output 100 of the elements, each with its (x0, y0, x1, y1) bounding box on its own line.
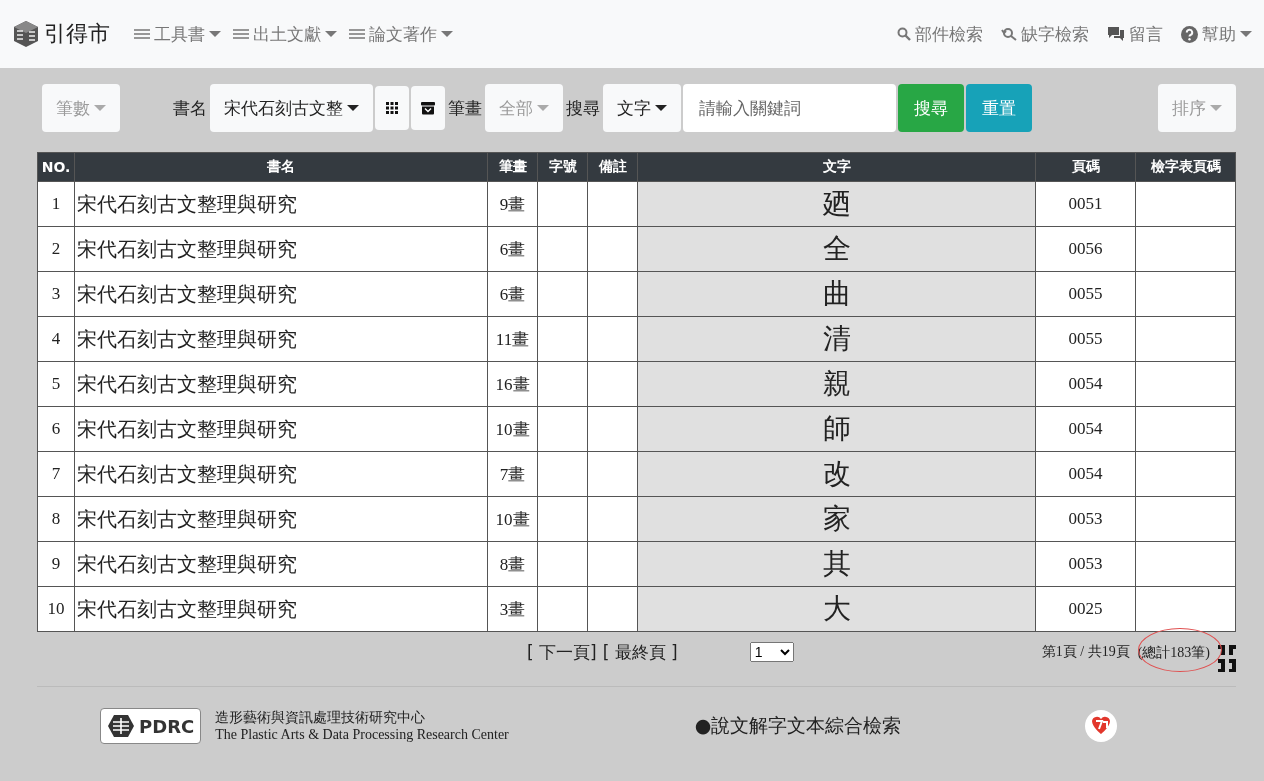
book-title-cell: 宋代石刻古文整理與研究 (74, 361, 488, 407)
strokes-cell: 7畫 (487, 451, 538, 497)
pagination-link[interactable]: [ 下一頁] (527, 640, 597, 664)
grid-button[interactable] (375, 86, 409, 130)
column-header: 備註 (587, 152, 638, 182)
row-number-cell: 6 (37, 406, 75, 452)
book-title-cell: 宋代石刻古文整理與研究 (74, 316, 488, 362)
menu-icon (134, 28, 150, 40)
column-header: 頁碼 (1035, 152, 1136, 182)
strokes-cell: 16畫 (487, 361, 538, 407)
page-cell: 0055 (1035, 316, 1136, 362)
help-icon (1181, 25, 1198, 43)
page-cell: 0054 (1035, 361, 1136, 407)
book-title-cell: 宋代石刻古文整理與研究 (74, 406, 488, 452)
strokes-cell: 8畫 (487, 541, 538, 587)
strokes-cell: 6畫 (487, 271, 538, 317)
page-cell: 0054 (1035, 451, 1136, 497)
page-cell: 0053 (1035, 496, 1136, 542)
column-header: 字號 (537, 152, 588, 182)
qr-code-icon[interactable] (1218, 645, 1236, 673)
strokes-cell: 3畫 (487, 586, 538, 632)
page-cell: 0055 (1035, 271, 1136, 317)
nav-menu[interactable]: 論文著作 (349, 22, 453, 46)
search-button[interactable]: 搜尋 (898, 84, 964, 132)
row-number-cell: 5 (37, 361, 75, 407)
nav-link[interactable]: 幫助 (1181, 22, 1252, 46)
row-number-cell: 8 (37, 496, 75, 542)
reset-button[interactable]: 重置 (966, 84, 1032, 132)
book-label: 書名 (173, 96, 207, 120)
character-cell: 家 (637, 496, 1036, 542)
comments-icon (1107, 26, 1125, 42)
row-number-cell: 1 (37, 181, 75, 227)
page-info: 第1頁 / 共19頁 (1041, 643, 1130, 661)
grid-icon (386, 102, 398, 114)
menu-icon (349, 28, 365, 40)
page-cell: 0056 (1035, 226, 1136, 272)
page-cell: 0051 (1035, 181, 1136, 227)
page-cell: 0053 (1035, 541, 1136, 587)
book-title-cell: 宋代石刻古文整理與研究 (74, 271, 488, 317)
character-cell: 大 (637, 586, 1036, 632)
book-title-cell: 宋代石刻古文整理與研究 (74, 586, 488, 632)
character-cell: 親 (637, 361, 1036, 407)
character-cell: 改 (637, 451, 1036, 497)
book-title-cell: 宋代石刻古文整理與研究 (74, 451, 488, 497)
archive-icon (421, 101, 435, 115)
page-cell: 0054 (1035, 406, 1136, 452)
row-number-cell: 4 (37, 316, 75, 362)
row-number-cell: 3 (37, 271, 75, 317)
row-number-cell: 10 (37, 586, 75, 632)
site-name: ●說文解字文本綜合檢索 (694, 713, 902, 738)
column-header: 書名 (74, 152, 488, 182)
accessibility-badge-icon[interactable] (1084, 709, 1119, 743)
rotate-search-icon (1001, 27, 1017, 41)
book-title-cell: 宋代石刻古文整理與研究 (74, 181, 488, 227)
book-title-cell: 宋代石刻古文整理與研究 (74, 496, 488, 542)
row-number-cell: 9 (37, 541, 75, 587)
strokes-cell: 10畫 (487, 406, 538, 452)
strokes-cell: 11畫 (487, 316, 538, 362)
nav-menu[interactable]: 工具書 (134, 22, 221, 46)
cube-logo-icon (12, 20, 40, 48)
column-header: 筆畫 (487, 152, 538, 182)
site-title[interactable]: 引得市 (44, 19, 110, 49)
character-cell: 廼 (637, 181, 1036, 227)
character-cell: 清 (637, 316, 1036, 362)
book-title-cell: 宋代石刻古文整理與研究 (74, 541, 488, 587)
total-count: (總計183筆) (1137, 645, 1210, 660)
strokes-cell: 6畫 (487, 226, 538, 272)
strokes-cell: 10畫 (487, 496, 538, 542)
book-title-cell: 宋代石刻古文整理與研究 (74, 226, 488, 272)
field-dropdown[interactable]: 文字 (603, 84, 681, 132)
column-header: 檢字表頁碼 (1135, 152, 1236, 182)
page-select[interactable]: 1 (749, 642, 794, 662)
character-cell: 曲 (637, 271, 1036, 317)
row-number-cell: 2 (37, 226, 75, 272)
nav-menu[interactable]: 出土文獻 (233, 22, 337, 46)
caret-icon (441, 30, 453, 38)
pagination-link[interactable]: [ 最終頁 ] (602, 640, 678, 664)
search-field[interactable]: 請輸入關鍵詞 (683, 84, 896, 132)
org-name: 造形藝術與資訊處理技術研究中心 (215, 709, 427, 727)
strokes-label: 筆畫 (448, 96, 482, 120)
book-dropdown[interactable]: 宋代石刻古文整 (210, 84, 373, 132)
hexagon-logo-icon (107, 714, 135, 738)
nav-link[interactable]: 部件檢索 (897, 22, 983, 46)
character-cell: 全 (637, 226, 1036, 272)
archive-button[interactable] (411, 86, 445, 130)
menu-icon (233, 28, 249, 40)
caret-icon (209, 30, 221, 38)
caret-icon (325, 30, 337, 38)
search-label: 搜尋 (566, 96, 600, 120)
strokes-cell: 9畫 (487, 181, 538, 227)
search-icon (897, 27, 911, 41)
nav-link[interactable]: 留言 (1107, 22, 1163, 46)
column-header: 文字 (637, 152, 1036, 182)
character-cell: 師 (637, 406, 1036, 452)
logo-text: PDRC (139, 715, 195, 737)
nav-link[interactable]: 缺字檢索 (1001, 22, 1089, 46)
org-name-english: The Plastic Arts & Data Processing Research Center (215, 727, 509, 743)
page-cell: 0025 (1035, 586, 1136, 632)
column-header: NO. (37, 152, 75, 182)
caret-icon (1240, 30, 1252, 38)
